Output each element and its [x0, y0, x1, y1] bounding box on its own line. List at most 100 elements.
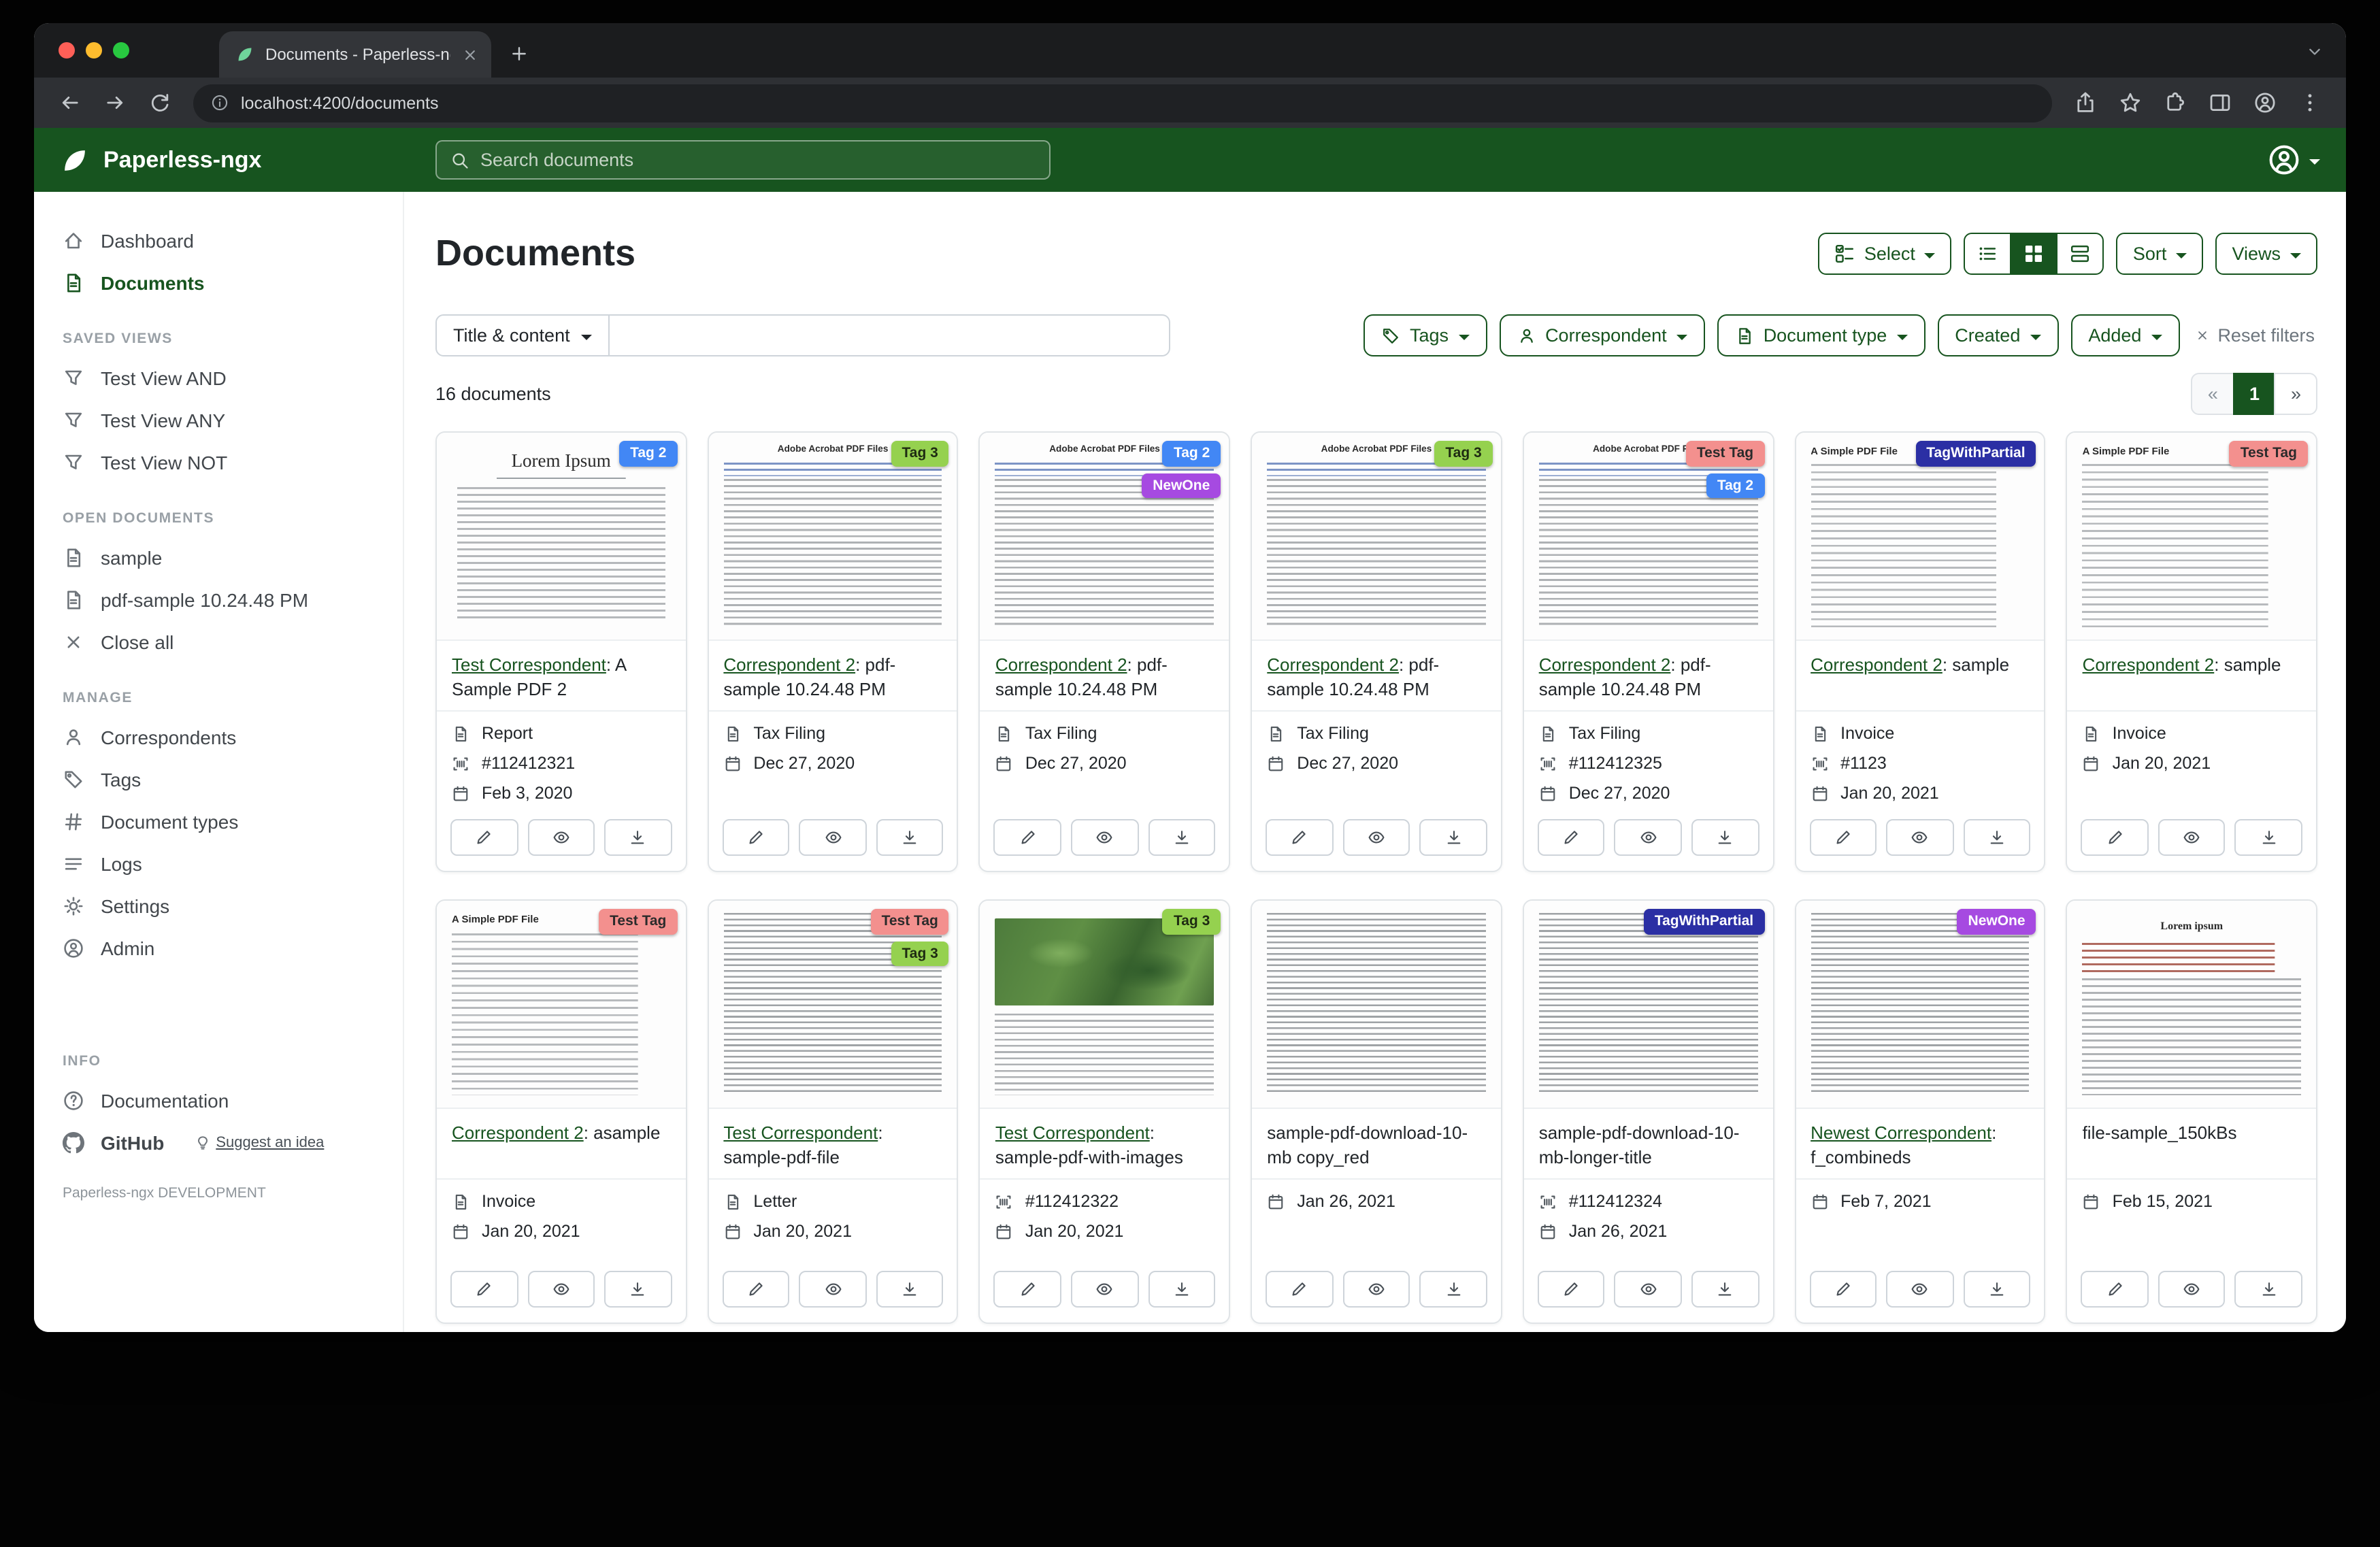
- document-thumbnail[interactable]: A Simple PDF File Test Tag: [437, 901, 685, 1109]
- correspondent-link[interactable]: Test Correspondent: [995, 1122, 1150, 1143]
- correspondent-link[interactable]: Correspondent 2: [1267, 654, 1399, 675]
- edit-button[interactable]: [994, 819, 1061, 856]
- correspondent-link[interactable]: Test Correspondent: [723, 1122, 878, 1143]
- correspondent-link[interactable]: Correspondent 2: [2083, 654, 2215, 675]
- tag-badge[interactable]: Test Tag: [1686, 441, 1764, 466]
- filter-pill-button[interactable]: Added: [2070, 314, 2179, 356]
- document-thumbnail[interactable]: Test Tag Tag 3: [708, 901, 957, 1109]
- sidebar-item[interactable]: Logs: [34, 842, 403, 884]
- document-thumbnail[interactable]: Adobe Acrobat PDF Files Test Tag T: [1524, 433, 1772, 641]
- download-button[interactable]: [876, 819, 944, 856]
- document-thumbnail[interactable]: Lorem Ipsum Tag 2: [437, 433, 685, 641]
- download-button[interactable]: [1963, 819, 2030, 856]
- view-button[interactable]: [1342, 1271, 1410, 1308]
- reload-button[interactable]: [148, 91, 171, 114]
- document-thumbnail[interactable]: Adobe Acrobat PDF Files Tag 2 NewO: [980, 433, 1229, 641]
- large-cards-view-button[interactable]: [2057, 233, 2104, 275]
- view-button[interactable]: [527, 1271, 595, 1308]
- download-button[interactable]: [1691, 819, 1759, 856]
- views-button[interactable]: Views: [2215, 233, 2317, 275]
- share-button[interactable]: [2074, 91, 2097, 114]
- document-thumbnail[interactable]: [1252, 901, 1500, 1109]
- user-menu[interactable]: [2267, 143, 2320, 177]
- view-button[interactable]: [1886, 819, 1953, 856]
- correspondent-link[interactable]: Correspondent 2: [995, 654, 1127, 675]
- correspondent-link[interactable]: Correspondent 2: [723, 654, 855, 675]
- forward-button[interactable]: [103, 91, 127, 114]
- app-logo[interactable]: Paperless-ngx: [60, 145, 435, 175]
- download-button[interactable]: [2235, 819, 2302, 856]
- sidebar-item[interactable]: Test View AND: [34, 356, 403, 399]
- tag-badge[interactable]: Tag 2: [619, 441, 677, 466]
- extensions-puzzle-button[interactable]: [2164, 91, 2187, 114]
- view-button[interactable]: [1886, 1271, 1953, 1308]
- tag-badge[interactable]: Tag 3: [891, 941, 949, 966]
- sidebar-item[interactable]: Test View NOT: [34, 441, 403, 483]
- pagination-next-button[interactable]: »: [2275, 373, 2317, 415]
- tag-badge[interactable]: TagWithPartial: [1915, 441, 2036, 466]
- tag-badge[interactable]: NewOne: [1142, 473, 1221, 498]
- filter-pill-button[interactable]: Correspondent: [1499, 314, 1705, 356]
- view-button[interactable]: [799, 1271, 867, 1308]
- edit-button[interactable]: [1538, 819, 1605, 856]
- edit-button[interactable]: [994, 1271, 1061, 1308]
- tag-badge[interactable]: TagWithPartial: [1644, 909, 1764, 934]
- edit-button[interactable]: [1809, 1271, 1877, 1308]
- search-input[interactable]: [480, 150, 1036, 170]
- sidebar-item[interactable]: sample: [34, 536, 403, 578]
- small-cards-view-button[interactable]: [2011, 233, 2058, 275]
- close-window-button[interactable]: [59, 42, 75, 59]
- document-thumbnail[interactable]: TagWithPartial: [1524, 901, 1772, 1109]
- pagination-prev-button[interactable]: «: [2192, 373, 2234, 415]
- sidebar-item[interactable]: Admin: [34, 927, 403, 969]
- sidebar-item-github[interactable]: GitHub Suggest an idea: [34, 1121, 403, 1163]
- sidebar-item[interactable]: pdf-sample 10.24.48 PM: [34, 578, 403, 620]
- tag-badge[interactable]: NewOne: [1957, 909, 2036, 934]
- correspondent-link[interactable]: Test Correspondent: [452, 654, 606, 675]
- document-thumbnail[interactable]: A Simple PDF File Test Tag: [2068, 433, 2316, 641]
- correspondent-link[interactable]: Newest Correspondent: [1811, 1122, 1991, 1143]
- edit-button[interactable]: [1266, 1271, 1333, 1308]
- reset-filters-button[interactable]: Reset filters: [2192, 325, 2317, 346]
- edit-button[interactable]: [722, 1271, 789, 1308]
- edit-button[interactable]: [1538, 1271, 1605, 1308]
- sidebar-item[interactable]: Documents: [34, 261, 403, 303]
- edit-button[interactable]: [450, 1271, 518, 1308]
- view-button[interactable]: [2158, 819, 2226, 856]
- table-view-button[interactable]: [1964, 233, 2012, 275]
- minimize-window-button[interactable]: [86, 42, 102, 59]
- zoom-window-button[interactable]: [113, 42, 129, 59]
- address-bar[interactable]: localhost:4200/documents: [193, 84, 2052, 122]
- view-button[interactable]: [1342, 819, 1410, 856]
- suggest-idea-link[interactable]: Suggest an idea: [194, 1134, 324, 1150]
- view-button[interactable]: [1615, 819, 1682, 856]
- edit-button[interactable]: [1266, 819, 1333, 856]
- document-thumbnail[interactable]: Adobe Acrobat PDF Files Tag 3: [1252, 433, 1500, 641]
- view-button[interactable]: [2158, 1271, 2226, 1308]
- download-button[interactable]: [1148, 819, 1215, 856]
- tag-badge[interactable]: Test Tag: [871, 909, 949, 934]
- sidebar-item[interactable]: Document types: [34, 800, 403, 842]
- sidebar-item[interactable]: Documentation: [34, 1079, 403, 1121]
- view-button[interactable]: [799, 819, 867, 856]
- view-button[interactable]: [1615, 1271, 1682, 1308]
- document-thumbnail[interactable]: Tag 3: [980, 901, 1229, 1109]
- browser-profile-button[interactable]: [2253, 91, 2277, 114]
- filter-pill-button[interactable]: Created: [1937, 314, 2058, 356]
- select-button[interactable]: Select: [1818, 233, 1952, 275]
- edit-button[interactable]: [722, 819, 789, 856]
- download-button[interactable]: [876, 1271, 944, 1308]
- site-info-icon[interactable]: [211, 94, 229, 112]
- sidebar-item[interactable]: Settings: [34, 884, 403, 927]
- document-thumbnail[interactable]: NewOne: [1796, 901, 2044, 1109]
- sidebar-item[interactable]: Test View ANY: [34, 399, 403, 441]
- sidebar-item[interactable]: Tags: [34, 758, 403, 800]
- sidebar-item[interactable]: Close all: [34, 620, 403, 663]
- edit-button[interactable]: [2081, 819, 2149, 856]
- bookmark-star-button[interactable]: [2119, 91, 2142, 114]
- title-content-filter-input[interactable]: [610, 314, 1170, 356]
- document-thumbnail[interactable]: Lorem ipsum: [2068, 901, 2316, 1109]
- correspondent-link[interactable]: Correspondent 2: [452, 1122, 584, 1143]
- edit-button[interactable]: [2081, 1271, 2149, 1308]
- tag-badge[interactable]: Tag 2: [1163, 441, 1221, 466]
